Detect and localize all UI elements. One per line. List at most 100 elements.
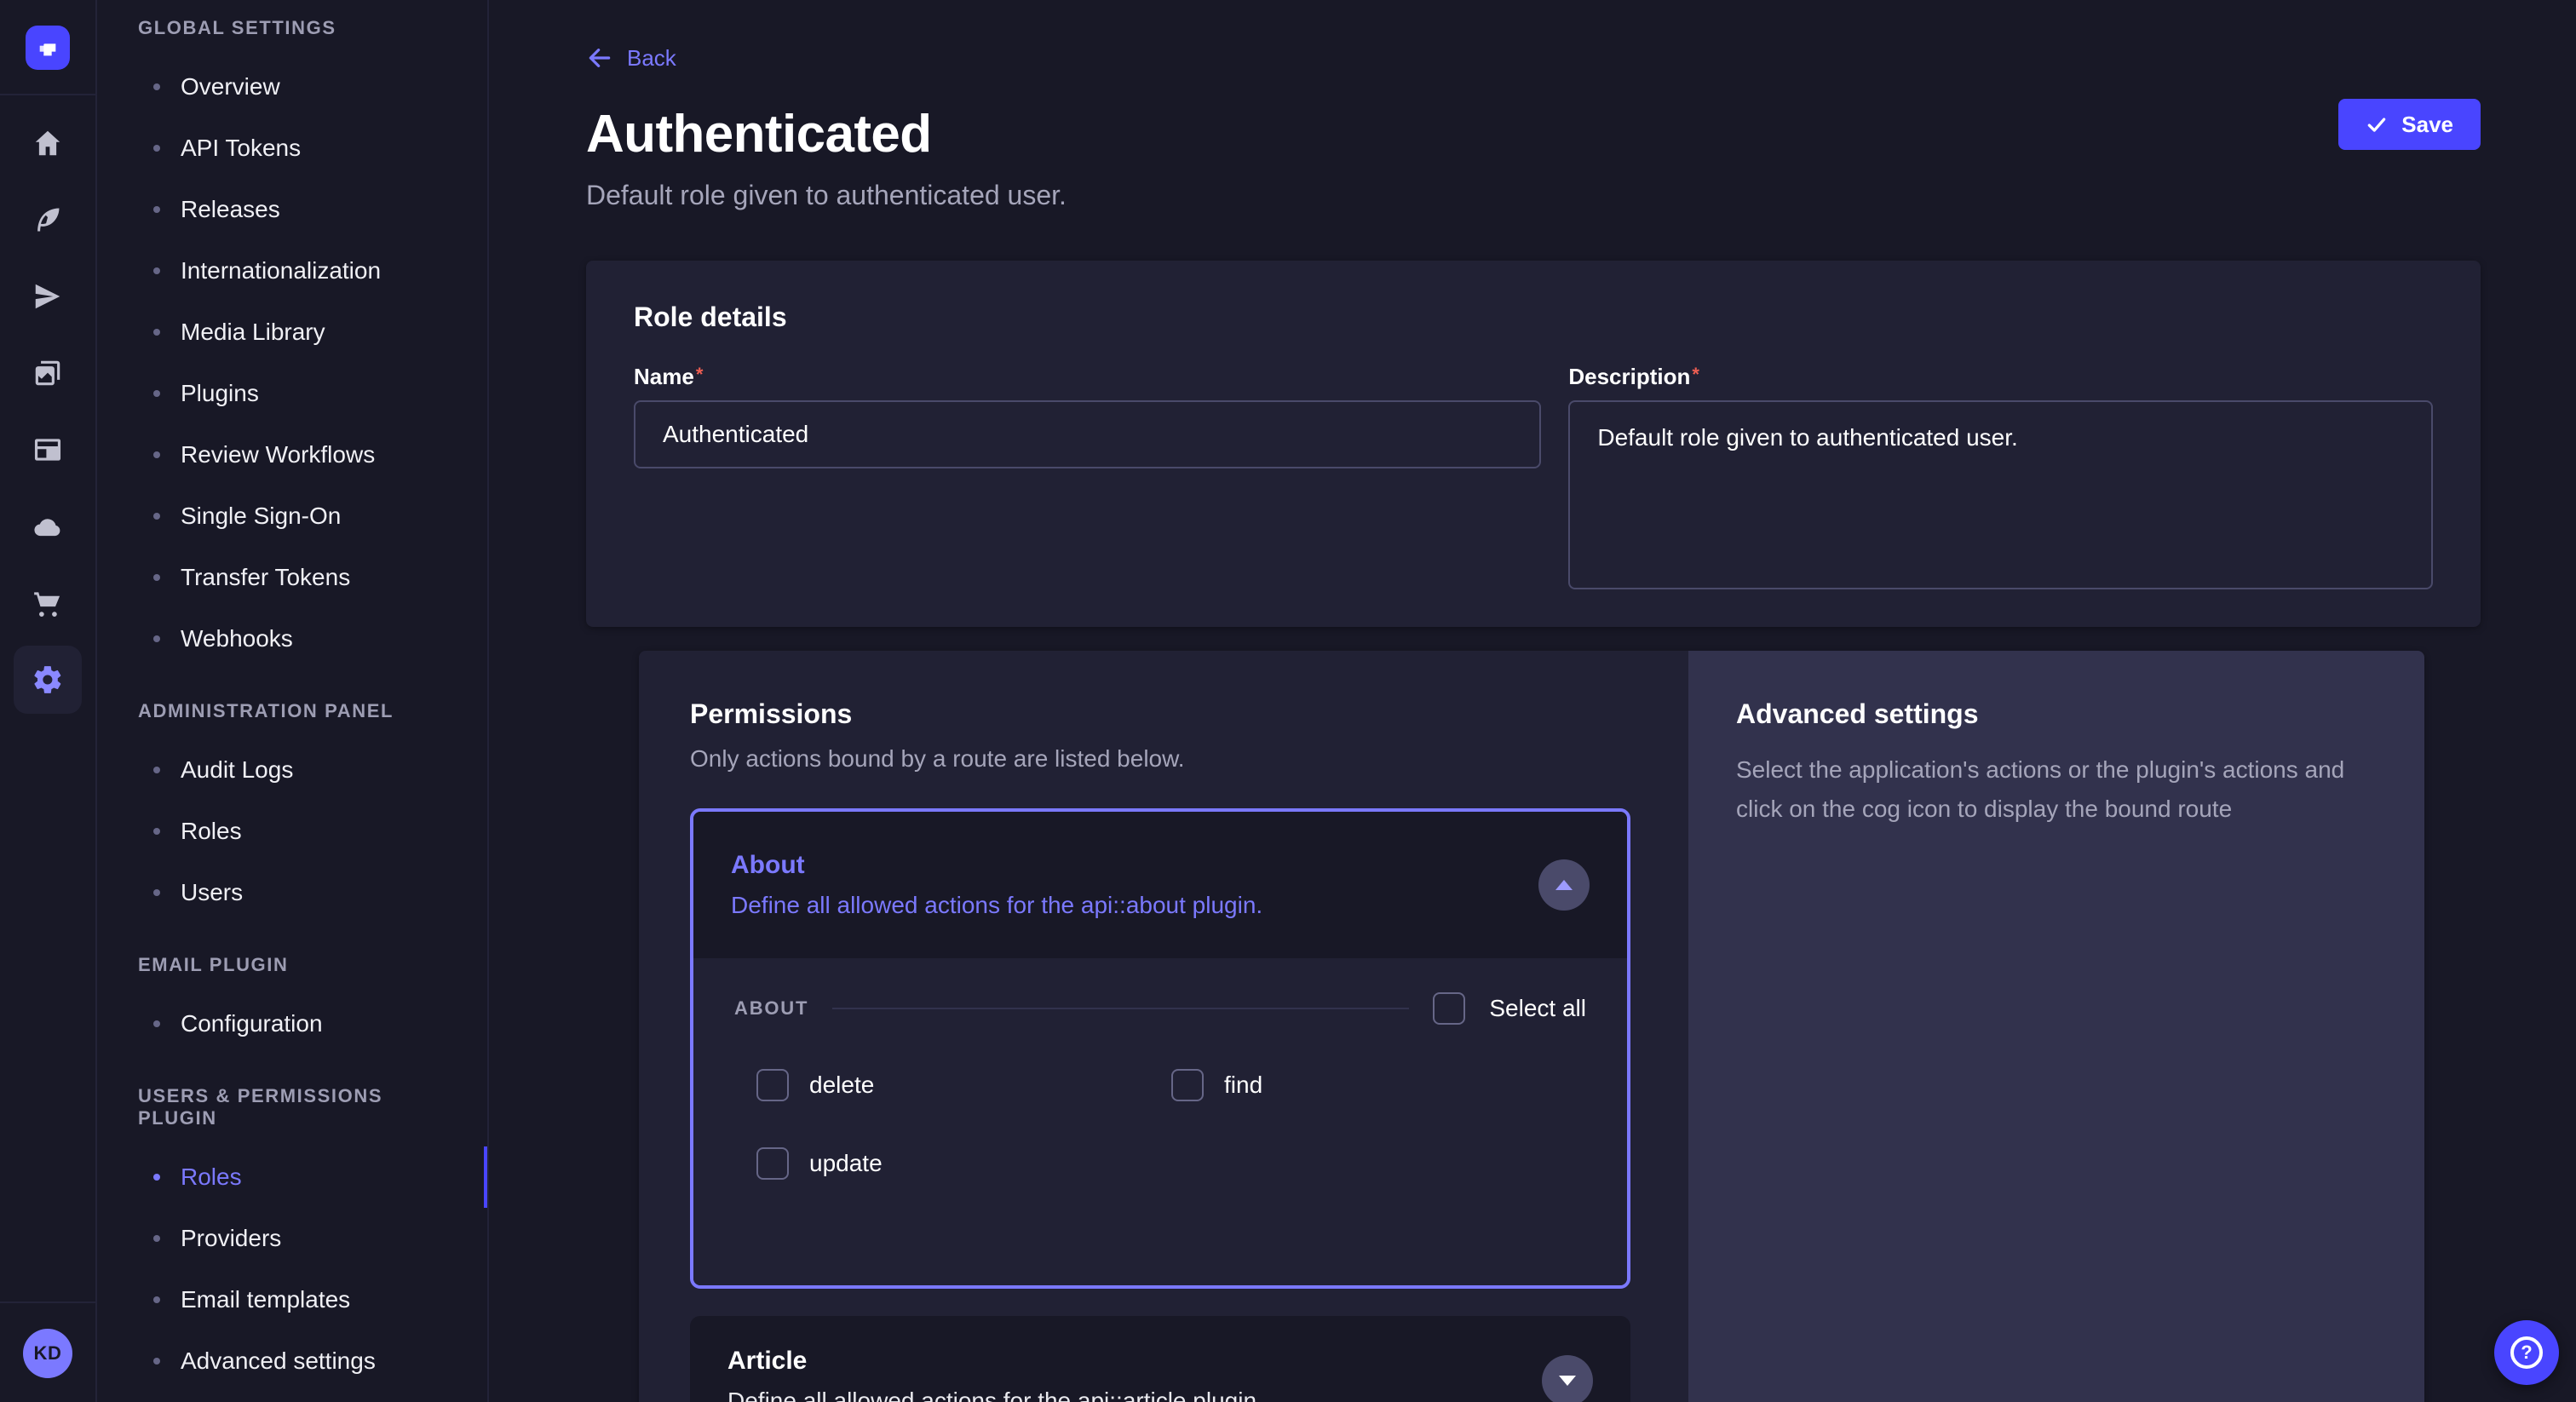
bullet-icon xyxy=(153,1235,160,1242)
page-subtitle: Default role given to authenticated user… xyxy=(586,180,2481,211)
bullet-icon xyxy=(153,1296,160,1303)
page-title: Authenticated xyxy=(586,104,2481,164)
name-label: Name* xyxy=(634,364,1541,390)
strapi-logo[interactable] xyxy=(26,26,70,70)
permission-item-find: find xyxy=(1171,1069,1586,1101)
arrow-left-icon xyxy=(586,44,613,72)
advanced-settings-title: Advanced settings xyxy=(1736,698,2363,730)
bullet-icon xyxy=(153,451,160,458)
nav-section-email-plugin: EMAIL PLUGIN Configuration xyxy=(124,954,460,1054)
sidebar-item-up-advanced-settings[interactable]: Advanced settings xyxy=(124,1330,460,1392)
accordion-article[interactable]: Article Define all allowed actions for t… xyxy=(690,1316,1630,1402)
back-link[interactable]: Back xyxy=(586,44,676,72)
nav-section-title: GLOBAL SETTINGS xyxy=(138,17,460,39)
bullet-icon xyxy=(153,513,160,520)
permissions-section: Permissions Only actions bound by a rout… xyxy=(639,651,2424,1402)
sidebar-item-media-library[interactable]: Media Library xyxy=(124,302,460,363)
bullet-icon xyxy=(153,828,160,835)
sidebar-item-up-roles[interactable]: Roles xyxy=(124,1146,460,1208)
delete-checkbox[interactable] xyxy=(756,1069,789,1101)
nav-section-global: GLOBAL SETTINGS Overview API Tokens Rele… xyxy=(124,17,460,669)
permission-item-delete: delete xyxy=(756,1069,1171,1101)
role-details-title: Role details xyxy=(634,302,2433,333)
user-avatar[interactable]: KD xyxy=(23,1329,72,1378)
check-icon xyxy=(2366,113,2388,135)
home-icon[interactable] xyxy=(14,109,82,177)
divider xyxy=(832,1008,1409,1009)
required-asterisk: * xyxy=(1692,364,1699,385)
sidebar-item-email-configuration[interactable]: Configuration xyxy=(124,993,460,1054)
sidebar-item-audit-logs[interactable]: Audit Logs xyxy=(124,739,460,801)
role-details-card: Role details Name* Description* Default … xyxy=(586,261,2481,627)
select-all-checkbox[interactable] xyxy=(1433,992,1465,1025)
help-button[interactable]: ? xyxy=(2494,1320,2559,1385)
accordion-about-body: ABOUT Select all delete xyxy=(693,958,1627,1285)
chevron-up-icon xyxy=(1555,880,1573,890)
nav-section-admin-panel: ADMINISTRATION PANEL Audit Logs Roles Us… xyxy=(124,700,460,923)
cart-icon[interactable] xyxy=(14,569,82,637)
name-input[interactable] xyxy=(634,400,1541,468)
accordion-about-description: Define all allowed actions for the api::… xyxy=(731,892,1262,919)
sidebar-item-up-email-templates[interactable]: Email templates xyxy=(124,1269,460,1330)
bullet-icon xyxy=(153,329,160,336)
sidebar-item-transfer-tokens[interactable]: Transfer Tokens xyxy=(124,547,460,608)
find-checkbox[interactable] xyxy=(1171,1069,1204,1101)
rail-bottom: KD xyxy=(0,1301,95,1402)
description-field-group: Description* Default role given to authe… xyxy=(1568,364,2433,596)
feather-icon[interactable] xyxy=(14,186,82,254)
sidebar-item-plugins[interactable]: Plugins xyxy=(124,363,460,424)
accordion-about-header[interactable]: About Define all allowed actions for the… xyxy=(693,812,1627,958)
chevron-down-icon xyxy=(1559,1376,1576,1386)
nav-section-title: USERS & PERMISSIONS PLUGIN xyxy=(138,1085,460,1129)
bullet-icon xyxy=(153,145,160,152)
bullet-icon xyxy=(153,1174,160,1181)
sidebar-item-single-sign-on[interactable]: Single Sign-On xyxy=(124,486,460,547)
rail-icon-list xyxy=(14,109,82,714)
sidebar-item-api-tokens[interactable]: API Tokens xyxy=(124,118,460,179)
description-textarea[interactable]: Default role given to authenticated user… xyxy=(1568,400,2433,589)
sidebar-item-overview[interactable]: Overview xyxy=(124,56,460,118)
layout-icon[interactable] xyxy=(14,416,82,484)
logo-area xyxy=(0,0,95,95)
media-library-icon[interactable] xyxy=(14,339,82,407)
update-checkbox[interactable] xyxy=(756,1147,789,1180)
sidebar-item-review-workflows[interactable]: Review Workflows xyxy=(124,424,460,486)
bullet-icon xyxy=(153,1020,160,1027)
permissions-column: Permissions Only actions bound by a rout… xyxy=(639,651,1688,1402)
bullet-icon xyxy=(153,889,160,896)
bullet-icon xyxy=(153,574,160,581)
settings-nav: GLOBAL SETTINGS Overview API Tokens Rele… xyxy=(97,0,489,1402)
collapse-toggle-button[interactable] xyxy=(1538,859,1590,911)
sidebar-item-admin-users[interactable]: Users xyxy=(124,862,460,923)
sidebar-item-up-providers[interactable]: Providers xyxy=(124,1208,460,1269)
settings-gear-icon[interactable] xyxy=(14,646,82,714)
bullet-icon xyxy=(153,767,160,773)
permission-item-update: update xyxy=(756,1147,1171,1180)
name-field-group: Name* xyxy=(634,364,1541,596)
bullet-icon xyxy=(153,267,160,274)
accordion-about-title: About xyxy=(731,851,1262,880)
bullet-icon xyxy=(153,635,160,642)
sidebar-item-admin-roles[interactable]: Roles xyxy=(124,801,460,862)
permission-grid: delete find update xyxy=(734,1069,1586,1180)
sidebar-item-internationalization[interactable]: Internationalization xyxy=(124,240,460,302)
description-label: Description* xyxy=(1568,364,2433,390)
permissions-title: Permissions xyxy=(690,698,1630,730)
nav-section-title: EMAIL PLUGIN xyxy=(138,954,460,976)
sidebar-item-webhooks[interactable]: Webhooks xyxy=(124,608,460,669)
bullet-icon xyxy=(153,83,160,90)
send-icon[interactable] xyxy=(14,262,82,330)
nav-section-users-permissions: USERS & PERMISSIONS PLUGIN Roles Provide… xyxy=(124,1085,460,1392)
cloud-icon[interactable] xyxy=(14,492,82,560)
bullet-icon xyxy=(153,1358,160,1365)
bullet-icon xyxy=(153,206,160,213)
expand-toggle-button[interactable] xyxy=(1542,1355,1593,1402)
save-button[interactable]: Save xyxy=(2338,99,2481,150)
strapi-logo-icon xyxy=(36,36,60,60)
sidebar-item-releases[interactable]: Releases xyxy=(124,179,460,240)
permission-group-label: ABOUT xyxy=(734,997,808,1020)
required-asterisk: * xyxy=(696,364,704,385)
permissions-subtitle: Only actions bound by a route are listed… xyxy=(690,745,1630,773)
nav-section-title: ADMINISTRATION PANEL xyxy=(138,700,460,722)
advanced-settings-panel: Advanced settings Select the application… xyxy=(1688,651,2424,1402)
